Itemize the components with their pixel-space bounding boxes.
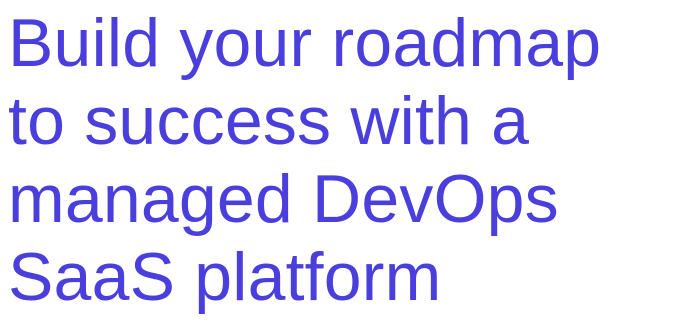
- hero-heading-line-3: managed DevOps: [8, 161, 559, 237]
- hero-heading-line-2: to success with a: [8, 83, 530, 159]
- hero-heading-line-1: Build your roadmap: [8, 5, 602, 81]
- hero-heading-line-4: SaaS platform: [8, 239, 442, 315]
- hero-section: Build your roadmap to success with a man…: [8, 4, 682, 316]
- hero-heading: Build your roadmap to success with a man…: [8, 4, 682, 316]
